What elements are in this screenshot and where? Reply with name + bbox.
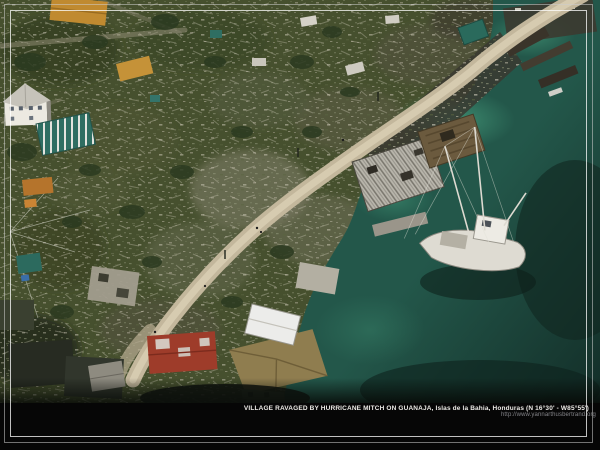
photo-caption: VILLAGE RAVAGED BY HURRICANE MITCH ON GU…	[244, 405, 589, 412]
red-roof-building	[147, 331, 217, 374]
wallpaper: VILLAGE RAVAGED BY HURRICANE MITCH ON GU…	[0, 0, 600, 450]
photo-credit-url: http://www.yannarthusbertrand.org	[501, 412, 596, 418]
caption-band: VILLAGE RAVAGED BY HURRICANE MITCH ON GU…	[0, 403, 600, 450]
aerial-photo	[0, 0, 600, 403]
blue-tarp	[21, 274, 30, 281]
aerial-photo-scene	[0, 0, 600, 403]
